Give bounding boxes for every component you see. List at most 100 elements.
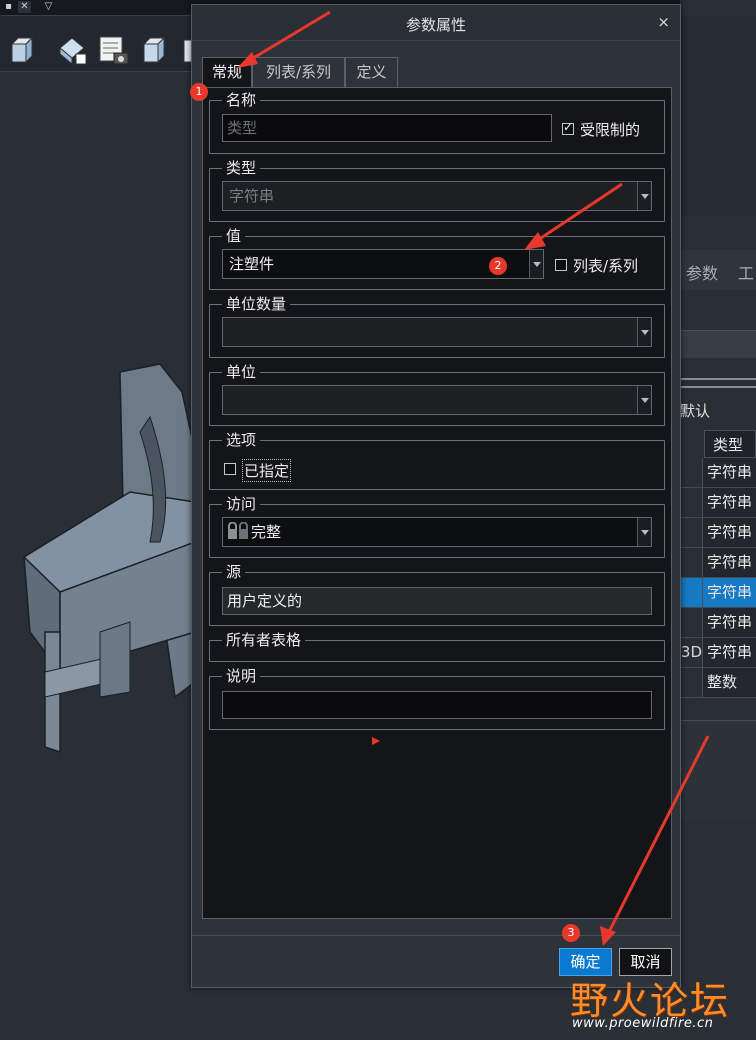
unit-quantity-select[interactable] bbox=[222, 317, 652, 347]
right-panel: 参数 工 默认 类型 字符串 字符串 字符串 字符串 字符串 字符串 3D 字符串 整数 bbox=[680, 0, 756, 1040]
unit-quantity-group-label: 单位数量 bbox=[222, 294, 291, 314]
source-value: 用户定义的 bbox=[222, 587, 652, 615]
unit-quantity-group: 单位数量 bbox=[209, 294, 665, 358]
name-group: 名称 类型 受限制的 bbox=[209, 90, 665, 154]
owner-table-group: 所有者表格 bbox=[209, 630, 665, 662]
type-select[interactable]: 字符串 bbox=[222, 181, 652, 211]
restricted-checkbox[interactable] bbox=[562, 120, 574, 135]
watermark: 野火论坛 www.proewildfire.cn bbox=[570, 970, 750, 1036]
right-panel-field bbox=[680, 330, 756, 358]
close-icon[interactable]: × bbox=[657, 13, 670, 31]
right-panel-tabs: 参数 工 bbox=[680, 250, 756, 290]
options-group-label: 选项 bbox=[222, 430, 261, 450]
right-panel-bottom bbox=[680, 720, 756, 820]
source-group-label: 源 bbox=[222, 562, 246, 582]
access-group: 访问 完整 bbox=[209, 494, 665, 558]
tab-tools[interactable]: 工 bbox=[738, 260, 754, 284]
table-cell-type: 整数 bbox=[702, 668, 756, 697]
type-column-header[interactable]: 类型 bbox=[704, 430, 756, 458]
table-cell-prefix bbox=[680, 518, 702, 547]
chevron-down-icon[interactable] bbox=[637, 182, 651, 210]
dialog-titlebar[interactable]: 参数属性 × bbox=[192, 5, 680, 41]
chevron-down-icon[interactable] bbox=[529, 250, 543, 278]
table-row[interactable]: 字符串 bbox=[680, 488, 756, 518]
restricted-label: 受限制的 bbox=[580, 121, 641, 139]
table-cell-prefix bbox=[680, 668, 702, 697]
table-cell-prefix bbox=[680, 458, 702, 487]
owner-table-group-label: 所有者表格 bbox=[222, 630, 306, 650]
model-canvas[interactable] bbox=[0, 72, 196, 1040]
shape-icon[interactable] bbox=[56, 34, 88, 66]
table-cell-prefix bbox=[680, 578, 702, 607]
type-select-value: 字符串 bbox=[229, 187, 275, 205]
view-manager-icon[interactable] bbox=[140, 34, 172, 66]
table-row[interactable]: 3D 字符串 bbox=[680, 638, 756, 668]
chevron-down-icon[interactable] bbox=[637, 518, 651, 546]
tab-definition[interactable]: 定义 bbox=[345, 57, 398, 87]
table-cell-type: 字符串 bbox=[702, 548, 756, 577]
type-group: 类型 字符串 bbox=[209, 158, 665, 222]
name-group-label: 名称 bbox=[222, 90, 261, 110]
default-label: 默认 bbox=[680, 402, 711, 420]
table-row[interactable]: 字符串 bbox=[680, 548, 756, 578]
value-combo-value: 注塑件 bbox=[229, 255, 275, 273]
annotation-badge-1: 1 bbox=[190, 83, 208, 101]
table-row[interactable]: 整数 bbox=[680, 668, 756, 698]
table-row[interactable]: 字符串 bbox=[680, 578, 756, 608]
button-bar-divider bbox=[192, 935, 680, 936]
options-group: 选项 已指定 bbox=[209, 430, 665, 490]
description-group-label: 说明 bbox=[222, 666, 261, 686]
list-series-label: 列表/系列 bbox=[573, 257, 639, 275]
table-row[interactable]: 字符串 bbox=[680, 518, 756, 548]
table-cell-type: 字符串 bbox=[702, 488, 756, 517]
table-cell-type: 字符串 bbox=[702, 518, 756, 547]
value-group: 值 注塑件 列表/系列 bbox=[209, 226, 665, 290]
chevron-down-icon[interactable] bbox=[637, 386, 651, 414]
unit-group: 单位 bbox=[209, 362, 665, 426]
description-group: 说明 bbox=[209, 666, 665, 730]
access-group-label: 访问 bbox=[222, 494, 261, 514]
part-model-image bbox=[23, 363, 196, 754]
designated-label: 已指定 bbox=[242, 459, 292, 482]
tab-list-series[interactable]: 列表/系列 bbox=[252, 57, 345, 87]
lock-icon bbox=[228, 522, 248, 539]
right-panel-separator bbox=[680, 378, 756, 388]
general-tab-panel: 名称 类型 受限制的 类型 字符串 值 注塑件 列表/系列 单位数量 bbox=[202, 87, 672, 919]
table-cell-type: 字符串 bbox=[702, 578, 756, 607]
table-row[interactable]: 字符串 bbox=[680, 608, 756, 638]
unit-select[interactable] bbox=[222, 385, 652, 415]
table-cell-prefix bbox=[680, 488, 702, 517]
tab-parameters[interactable]: 参数 bbox=[686, 260, 718, 284]
table-cell-prefix: 3D bbox=[680, 638, 702, 667]
watermark-url: www.proewildfire.cn bbox=[572, 1016, 714, 1031]
close-icon[interactable]: ✕ bbox=[18, 1, 31, 13]
table-cell-type: 字符串 bbox=[702, 638, 756, 667]
chevron-down-icon[interactable] bbox=[637, 318, 651, 346]
designated-checkbox[interactable] bbox=[224, 463, 236, 475]
tab-general[interactable]: 常规 bbox=[202, 57, 252, 88]
annotation-badge-2: 2 bbox=[489, 257, 507, 275]
dialog-title: 参数属性 bbox=[405, 16, 466, 34]
access-value: 完整 bbox=[251, 523, 282, 541]
pin-icon[interactable]: ▪ bbox=[2, 1, 15, 13]
access-select[interactable]: 完整 bbox=[222, 517, 652, 547]
table-cell-prefix bbox=[680, 608, 702, 637]
parameter-properties-dialog: 参数属性 × 常规 列表/系列 定义 名称 类型 受限制的 类型 字符串 值 注… bbox=[191, 4, 681, 988]
list-series-checkbox[interactable] bbox=[555, 259, 567, 271]
right-panel-top bbox=[680, 16, 756, 216]
table-cell-type: 字符串 bbox=[702, 608, 756, 637]
table-cell-prefix bbox=[680, 548, 702, 577]
app-toolbar bbox=[0, 16, 195, 72]
name-input[interactable]: 类型 bbox=[222, 114, 552, 142]
annotation-badge-3: 3 bbox=[562, 924, 580, 942]
description-input[interactable] bbox=[222, 691, 652, 719]
solid-view-icon[interactable] bbox=[6, 34, 38, 66]
unit-group-label: 单位 bbox=[222, 362, 261, 382]
table-cell-type: 字符串 bbox=[702, 458, 756, 487]
table-row[interactable]: 字符串 bbox=[680, 458, 756, 488]
snapshot-icon[interactable] bbox=[98, 34, 130, 66]
value-group-label: 值 bbox=[222, 226, 246, 246]
play-arrow-icon bbox=[372, 737, 380, 745]
type-group-label: 类型 bbox=[222, 158, 261, 178]
dropdown-arrow-icon[interactable]: ▽ bbox=[42, 1, 55, 13]
